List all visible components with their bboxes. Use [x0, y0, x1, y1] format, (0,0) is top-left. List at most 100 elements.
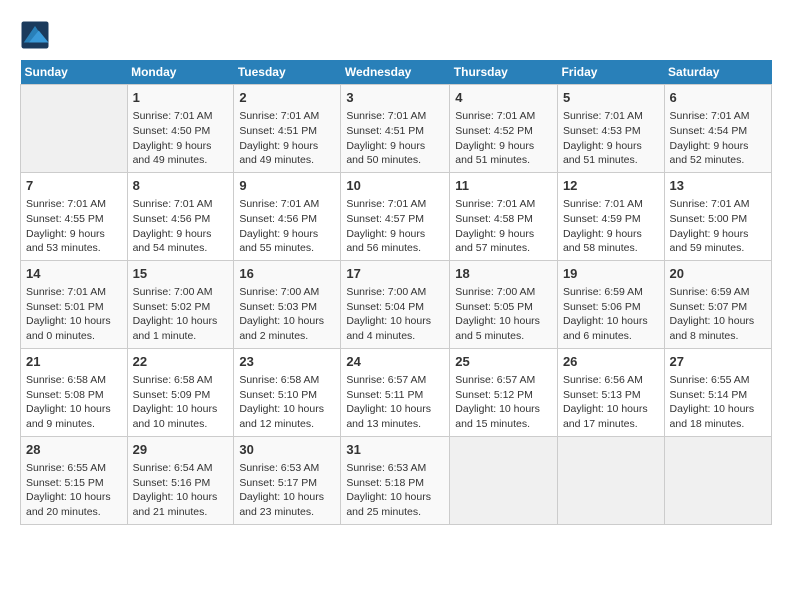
day-number: 28	[26, 441, 122, 459]
calendar-cell: 3 Sunrise: 7:01 AM Sunset: 4:51 PM Dayli…	[341, 85, 450, 173]
day-number: 9	[239, 177, 335, 195]
day-info: Sunrise: 7:01 AM Sunset: 4:53 PM Dayligh…	[563, 109, 659, 168]
day-number: 8	[133, 177, 229, 195]
calendar-cell: 12 Sunrise: 7:01 AM Sunset: 4:59 PM Dayl…	[557, 172, 664, 260]
day-info: Sunrise: 7:01 AM Sunset: 4:51 PM Dayligh…	[239, 109, 335, 168]
calendar-cell: 26 Sunrise: 6:56 AM Sunset: 5:13 PM Dayl…	[557, 348, 664, 436]
header-day: Wednesday	[341, 60, 450, 85]
day-info: Sunrise: 7:01 AM Sunset: 4:57 PM Dayligh…	[346, 197, 444, 256]
day-number: 4	[455, 89, 552, 107]
calendar-cell: 17 Sunrise: 7:00 AM Sunset: 5:04 PM Dayl…	[341, 260, 450, 348]
day-info: Sunrise: 7:00 AM Sunset: 5:04 PM Dayligh…	[346, 285, 444, 344]
calendar-cell: 8 Sunrise: 7:01 AM Sunset: 4:56 PM Dayli…	[127, 172, 234, 260]
day-info: Sunrise: 7:01 AM Sunset: 4:50 PM Dayligh…	[133, 109, 229, 168]
calendar-cell	[21, 85, 128, 173]
day-info: Sunrise: 7:01 AM Sunset: 4:55 PM Dayligh…	[26, 197, 122, 256]
day-number: 3	[346, 89, 444, 107]
day-info: Sunrise: 7:01 AM Sunset: 4:54 PM Dayligh…	[670, 109, 766, 168]
calendar-cell	[450, 436, 558, 524]
day-info: Sunrise: 6:59 AM Sunset: 5:07 PM Dayligh…	[670, 285, 766, 344]
calendar-cell: 24 Sunrise: 6:57 AM Sunset: 5:11 PM Dayl…	[341, 348, 450, 436]
header-day: Thursday	[450, 60, 558, 85]
day-number: 2	[239, 89, 335, 107]
day-number: 23	[239, 353, 335, 371]
header-day: Tuesday	[234, 60, 341, 85]
day-info: Sunrise: 7:01 AM Sunset: 4:59 PM Dayligh…	[563, 197, 659, 256]
calendar-cell: 15 Sunrise: 7:00 AM Sunset: 5:02 PM Dayl…	[127, 260, 234, 348]
calendar-cell: 6 Sunrise: 7:01 AM Sunset: 4:54 PM Dayli…	[664, 85, 771, 173]
header-row: SundayMondayTuesdayWednesdayThursdayFrid…	[21, 60, 772, 85]
day-info: Sunrise: 7:01 AM Sunset: 4:56 PM Dayligh…	[133, 197, 229, 256]
day-info: Sunrise: 6:55 AM Sunset: 5:15 PM Dayligh…	[26, 461, 122, 520]
day-info: Sunrise: 7:01 AM Sunset: 4:51 PM Dayligh…	[346, 109, 444, 168]
day-number: 17	[346, 265, 444, 283]
day-number: 27	[670, 353, 766, 371]
calendar-cell: 25 Sunrise: 6:57 AM Sunset: 5:12 PM Dayl…	[450, 348, 558, 436]
day-info: Sunrise: 6:55 AM Sunset: 5:14 PM Dayligh…	[670, 373, 766, 432]
day-number: 19	[563, 265, 659, 283]
day-info: Sunrise: 6:53 AM Sunset: 5:17 PM Dayligh…	[239, 461, 335, 520]
day-number: 21	[26, 353, 122, 371]
day-number: 16	[239, 265, 335, 283]
day-info: Sunrise: 6:57 AM Sunset: 5:12 PM Dayligh…	[455, 373, 552, 432]
calendar-week: 1 Sunrise: 7:01 AM Sunset: 4:50 PM Dayli…	[21, 85, 772, 173]
calendar-week: 7 Sunrise: 7:01 AM Sunset: 4:55 PM Dayli…	[21, 172, 772, 260]
day-info: Sunrise: 7:01 AM Sunset: 5:00 PM Dayligh…	[670, 197, 766, 256]
day-number: 18	[455, 265, 552, 283]
day-info: Sunrise: 6:59 AM Sunset: 5:06 PM Dayligh…	[563, 285, 659, 344]
calendar-cell: 30 Sunrise: 6:53 AM Sunset: 5:17 PM Dayl…	[234, 436, 341, 524]
day-number: 25	[455, 353, 552, 371]
calendar-cell: 14 Sunrise: 7:01 AM Sunset: 5:01 PM Dayl…	[21, 260, 128, 348]
day-info: Sunrise: 7:01 AM Sunset: 4:58 PM Dayligh…	[455, 197, 552, 256]
day-number: 6	[670, 89, 766, 107]
day-number: 1	[133, 89, 229, 107]
calendar-week: 21 Sunrise: 6:58 AM Sunset: 5:08 PM Dayl…	[21, 348, 772, 436]
day-number: 20	[670, 265, 766, 283]
calendar-week: 14 Sunrise: 7:01 AM Sunset: 5:01 PM Dayl…	[21, 260, 772, 348]
calendar-cell: 5 Sunrise: 7:01 AM Sunset: 4:53 PM Dayli…	[557, 85, 664, 173]
calendar-cell: 23 Sunrise: 6:58 AM Sunset: 5:10 PM Dayl…	[234, 348, 341, 436]
logo	[20, 20, 54, 50]
day-number: 7	[26, 177, 122, 195]
day-info: Sunrise: 7:00 AM Sunset: 5:05 PM Dayligh…	[455, 285, 552, 344]
calendar-cell: 11 Sunrise: 7:01 AM Sunset: 4:58 PM Dayl…	[450, 172, 558, 260]
calendar-table: SundayMondayTuesdayWednesdayThursdayFrid…	[20, 60, 772, 525]
day-number: 15	[133, 265, 229, 283]
calendar-cell: 7 Sunrise: 7:01 AM Sunset: 4:55 PM Dayli…	[21, 172, 128, 260]
calendar-cell: 18 Sunrise: 7:00 AM Sunset: 5:05 PM Dayl…	[450, 260, 558, 348]
calendar-cell: 16 Sunrise: 7:00 AM Sunset: 5:03 PM Dayl…	[234, 260, 341, 348]
calendar-body: 1 Sunrise: 7:01 AM Sunset: 4:50 PM Dayli…	[21, 85, 772, 525]
day-number: 14	[26, 265, 122, 283]
calendar-cell: 9 Sunrise: 7:01 AM Sunset: 4:56 PM Dayli…	[234, 172, 341, 260]
calendar-cell: 21 Sunrise: 6:58 AM Sunset: 5:08 PM Dayl…	[21, 348, 128, 436]
header-day: Friday	[557, 60, 664, 85]
header-day: Sunday	[21, 60, 128, 85]
calendar-cell: 31 Sunrise: 6:53 AM Sunset: 5:18 PM Dayl…	[341, 436, 450, 524]
logo-icon	[20, 20, 50, 50]
day-info: Sunrise: 6:57 AM Sunset: 5:11 PM Dayligh…	[346, 373, 444, 432]
day-number: 10	[346, 177, 444, 195]
calendar-cell: 4 Sunrise: 7:01 AM Sunset: 4:52 PM Dayli…	[450, 85, 558, 173]
day-info: Sunrise: 6:53 AM Sunset: 5:18 PM Dayligh…	[346, 461, 444, 520]
calendar-cell: 20 Sunrise: 6:59 AM Sunset: 5:07 PM Dayl…	[664, 260, 771, 348]
calendar-cell: 19 Sunrise: 6:59 AM Sunset: 5:06 PM Dayl…	[557, 260, 664, 348]
day-info: Sunrise: 6:56 AM Sunset: 5:13 PM Dayligh…	[563, 373, 659, 432]
day-info: Sunrise: 7:00 AM Sunset: 5:03 PM Dayligh…	[239, 285, 335, 344]
day-number: 30	[239, 441, 335, 459]
calendar-cell: 13 Sunrise: 7:01 AM Sunset: 5:00 PM Dayl…	[664, 172, 771, 260]
calendar-cell: 1 Sunrise: 7:01 AM Sunset: 4:50 PM Dayli…	[127, 85, 234, 173]
header-day: Monday	[127, 60, 234, 85]
day-info: Sunrise: 7:00 AM Sunset: 5:02 PM Dayligh…	[133, 285, 229, 344]
day-info: Sunrise: 6:54 AM Sunset: 5:16 PM Dayligh…	[133, 461, 229, 520]
calendar-cell	[557, 436, 664, 524]
day-number: 26	[563, 353, 659, 371]
day-number: 5	[563, 89, 659, 107]
day-info: Sunrise: 6:58 AM Sunset: 5:10 PM Dayligh…	[239, 373, 335, 432]
day-number: 22	[133, 353, 229, 371]
day-info: Sunrise: 6:58 AM Sunset: 5:08 PM Dayligh…	[26, 373, 122, 432]
day-info: Sunrise: 7:01 AM Sunset: 4:52 PM Dayligh…	[455, 109, 552, 168]
day-number: 24	[346, 353, 444, 371]
day-number: 31	[346, 441, 444, 459]
calendar-cell: 22 Sunrise: 6:58 AM Sunset: 5:09 PM Dayl…	[127, 348, 234, 436]
calendar-cell: 29 Sunrise: 6:54 AM Sunset: 5:16 PM Dayl…	[127, 436, 234, 524]
